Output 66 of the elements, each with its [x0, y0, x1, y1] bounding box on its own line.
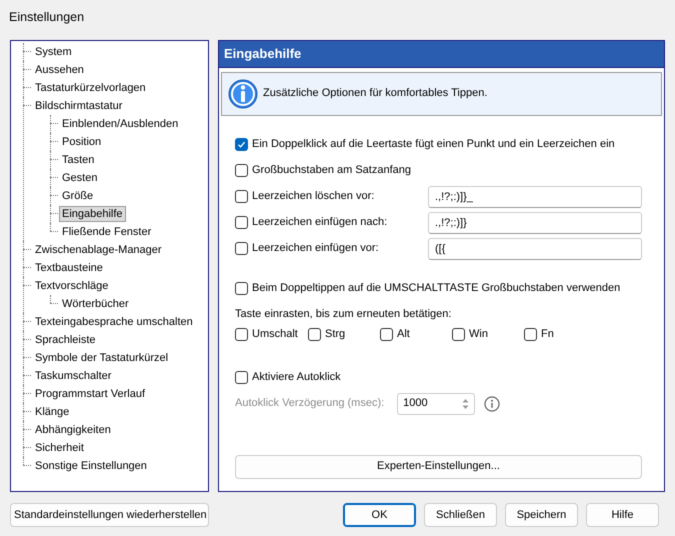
checkbox[interactable] — [524, 328, 537, 341]
checkbox-label: Großbuchstaben am Satzanfang — [252, 163, 411, 178]
checkbox-label: Ein Doppelklick auf die Leertaste fügt einen Punkt und ein Leerzeichen ein — [252, 137, 615, 152]
tree-item[interactable]: Klänge — [32, 404, 72, 420]
tree-item[interactable]: Sprachleiste — [32, 332, 99, 348]
checkbox[interactable] — [308, 328, 321, 341]
checkbox-label: Leerzeichen löschen vor: — [252, 189, 374, 204]
input-field[interactable]: .,!?;:)]}_ — [428, 186, 642, 208]
tree-item[interactable]: Zwischenablage-Manager — [32, 242, 165, 258]
checkbox-label: Beim Doppeltippen auf die UMSCHALTTASTE Großbuchstaben verwenden — [252, 281, 620, 296]
info-icon[interactable] — [484, 396, 500, 412]
checkbox-label: Strg — [325, 327, 346, 342]
tree-item[interactable]: System — [32, 44, 75, 60]
checkbox[interactable] — [452, 328, 465, 341]
input-field[interactable]: .,!?;:)]} — [428, 212, 642, 234]
checkbox-label: Leerzeichen einfügen vor: — [252, 241, 379, 256]
checkbox-label: Win — [469, 327, 488, 342]
close-button[interactable]: Schließen — [424, 503, 497, 527]
check-icon — [237, 140, 246, 149]
tree-item[interactable]: Gesten — [59, 170, 100, 186]
checkbox-label: Aktiviere Autoklick — [252, 370, 341, 386]
tree-item[interactable]: Programmstart Verlauf — [32, 386, 148, 402]
checkbox-label: Alt — [397, 327, 410, 342]
section-label: Taste einrasten, bis zum erneuten betätigen: — [235, 308, 452, 320]
tree-item[interactable]: Abhängigkeiten — [32, 422, 114, 438]
tree-item[interactable]: Symbole der Tastaturkürzel — [32, 350, 172, 366]
tree-item[interactable]: Sicherheit — [32, 440, 87, 456]
tree-item[interactable]: Tastaturkürzelvorlagen — [32, 80, 149, 96]
panel-title: Eingabehilfe — [219, 41, 664, 68]
tree-item[interactable]: Bildschirmtastatur — [32, 98, 126, 114]
tree-item[interactable]: Tasten — [59, 152, 98, 168]
info-text: Zusätzliche Optionen für komfortables Tippen. — [263, 86, 488, 102]
ok-button[interactable]: OK — [343, 503, 416, 527]
field-label: Autoklick Verzögerung (msec): — [235, 396, 384, 412]
checkbox[interactable] — [235, 164, 248, 177]
tree-item[interactable]: Texteingabesprache umschalten — [32, 314, 196, 330]
checkbox[interactable] — [235, 138, 248, 151]
tree-item[interactable]: Sonstige Einstellungen — [32, 458, 150, 474]
checkbox[interactable] — [235, 328, 248, 341]
tree-item[interactable]: Position — [59, 134, 104, 150]
restore-defaults-button[interactable]: Standardeinstellungen wiederherstellen — [10, 503, 209, 527]
checkbox-label: Fn — [541, 327, 554, 342]
window-title: Einstellungen — [8, 9, 86, 26]
checkbox-label: Umschalt — [252, 327, 298, 342]
checkbox-label: Leerzeichen einfügen nach: — [252, 215, 388, 230]
tree-item[interactable]: Taskumschalter — [32, 368, 114, 384]
tree-item[interactable]: Einblenden/Ausblenden — [59, 116, 182, 132]
save-button[interactable]: Speichern — [505, 503, 578, 527]
tree-item[interactable]: Wörterbücher — [59, 296, 132, 312]
info-icon — [228, 78, 258, 108]
tree-item[interactable]: Fließende Fenster — [59, 224, 154, 240]
checkbox[interactable] — [235, 371, 248, 384]
spin-arrows-icon[interactable] — [461, 396, 470, 410]
tree-item[interactable]: Textvorschläge — [32, 278, 112, 294]
tree-item[interactable]: Aussehen — [32, 62, 87, 78]
input-field[interactable]: ([{ — [428, 238, 642, 260]
checkbox[interactable] — [380, 328, 393, 341]
checkbox[interactable] — [235, 190, 248, 203]
help-button[interactable]: Hilfe — [586, 503, 659, 527]
checkbox[interactable] — [235, 242, 248, 255]
tree-item[interactable]: Textbausteine — [32, 260, 106, 276]
expert-settings-button[interactable]: Experten-Einstellungen... — [235, 454, 642, 478]
checkbox[interactable] — [235, 216, 248, 229]
tree-item[interactable]: Eingabehilfe — [59, 206, 126, 222]
checkbox[interactable] — [235, 282, 248, 295]
tree-item[interactable]: Größe — [59, 188, 96, 204]
